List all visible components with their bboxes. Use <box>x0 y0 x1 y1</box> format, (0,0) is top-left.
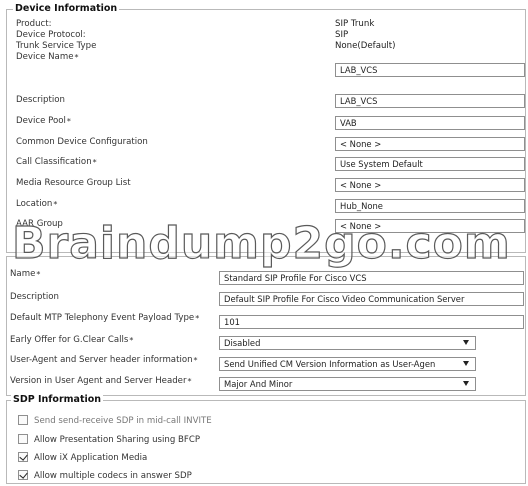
chevron-down-icon <box>463 340 469 345</box>
chevron-down-icon <box>463 361 469 366</box>
version-header-select[interactable]: Major And Minor <box>219 377 476 391</box>
user-agent-select[interactable]: Send Unified CM Version Information as U… <box>219 357 476 371</box>
sip-profile-description-label: Description <box>10 292 59 302</box>
device-pool-select[interactable]: VAB <box>335 116 525 130</box>
sdp-send-receive-checkbox-row[interactable]: Send send-receive SDP in mid-call INVITE <box>18 415 212 428</box>
version-header-label: Version in User Agent and Server Header <box>10 376 192 387</box>
description-label: Description <box>16 95 65 105</box>
device-protocol-value: SIP <box>335 30 349 40</box>
media-resource-group-list-select[interactable]: < None > <box>335 178 525 192</box>
device-protocol-label: Device Protocol: <box>16 30 86 40</box>
location-label: Location <box>16 199 57 210</box>
trunk-service-type-label: Trunk Service Type <box>16 41 97 51</box>
early-offer-select[interactable]: Disabled <box>219 336 476 350</box>
product-value: SIP Trunk <box>335 19 375 29</box>
multiple-codecs-checkbox[interactable] <box>18 470 28 480</box>
presentation-sharing-bfcp-checkbox[interactable] <box>18 434 28 444</box>
early-offer-label: Early Offer for G.Clear Calls <box>10 335 133 346</box>
send-receive-sdp-checkbox[interactable] <box>18 415 28 425</box>
trunk-service-type-value: None(Default) <box>335 41 396 51</box>
send-receive-sdp-label: Send send-receive SDP in mid-call INVITE <box>34 416 212 426</box>
mtp-payload-type-input[interactable]: 101 <box>219 315 524 329</box>
description-input[interactable]: LAB_VCS <box>335 94 525 108</box>
ix-application-media-checkbox[interactable] <box>18 452 28 462</box>
product-label: Product: <box>16 19 52 29</box>
ix-application-media-label: Allow iX Application Media <box>34 453 148 463</box>
location-select[interactable]: Hub_None <box>335 199 525 213</box>
common-device-config-label: Common Device Configuration <box>16 137 148 147</box>
presentation-sharing-bfcp-label: Allow Presentation Sharing using BFCP <box>34 435 201 445</box>
sdp-information-legend: SDP Information <box>11 394 104 406</box>
device-name-label: Device Name <box>16 52 78 63</box>
sdp-multiple-codecs-checkbox-row[interactable]: Allow multiple codecs in answer SDP <box>18 470 192 483</box>
sip-profile-name-label: Name <box>10 269 40 280</box>
media-resource-group-list-label: Media Resource Group List <box>16 178 131 188</box>
common-device-config-select[interactable]: < None > <box>335 137 525 151</box>
multiple-codecs-label: Allow multiple codecs in answer SDP <box>34 471 192 481</box>
device-name-input[interactable]: LAB_VCS <box>335 63 525 77</box>
mtp-payload-type-label: Default MTP Telephony Event Payload Type <box>10 313 199 324</box>
sip-profile-description-input[interactable]: Default SIP Profile For Cisco Video Comm… <box>219 292 524 306</box>
device-information-legend: Device Information <box>13 3 120 15</box>
sdp-bfcp-checkbox-row[interactable]: Allow Presentation Sharing using BFCP <box>18 434 200 447</box>
sdp-ix-media-checkbox-row[interactable]: Allow iX Application Media <box>18 452 147 465</box>
sip-profile-name-input[interactable]: Standard SIP Profile For Cisco VCS <box>219 271 524 285</box>
device-pool-label: Device Pool <box>16 116 71 127</box>
watermark: Braindump2go.com <box>11 217 511 269</box>
chevron-down-icon <box>463 381 469 386</box>
call-classification-label: Call Classification <box>16 157 97 168</box>
version-header-value: Major And Minor <box>224 379 293 389</box>
user-agent-label: User-Agent and Server header information <box>10 355 198 366</box>
early-offer-value: Disabled <box>224 338 261 348</box>
user-agent-value: Send Unified CM Version Information as U… <box>224 359 436 369</box>
call-classification-select[interactable]: Use System Default <box>335 157 525 171</box>
